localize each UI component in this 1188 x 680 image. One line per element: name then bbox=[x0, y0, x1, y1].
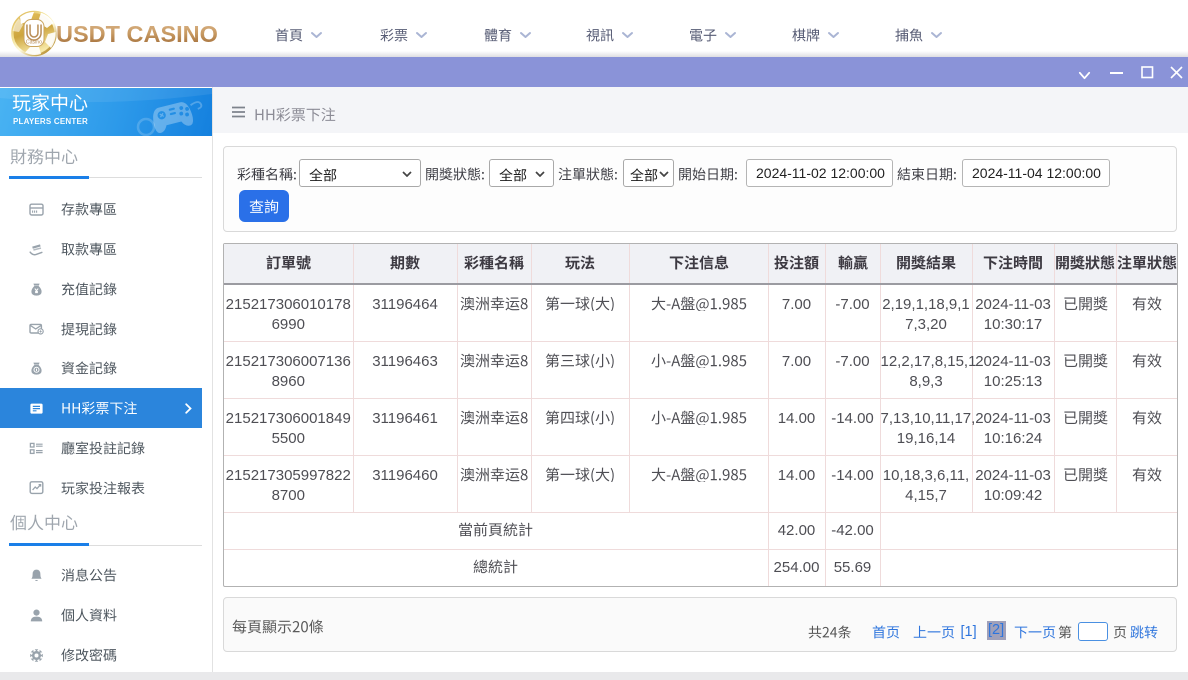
svg-text:Casino: Casino bbox=[26, 40, 42, 46]
